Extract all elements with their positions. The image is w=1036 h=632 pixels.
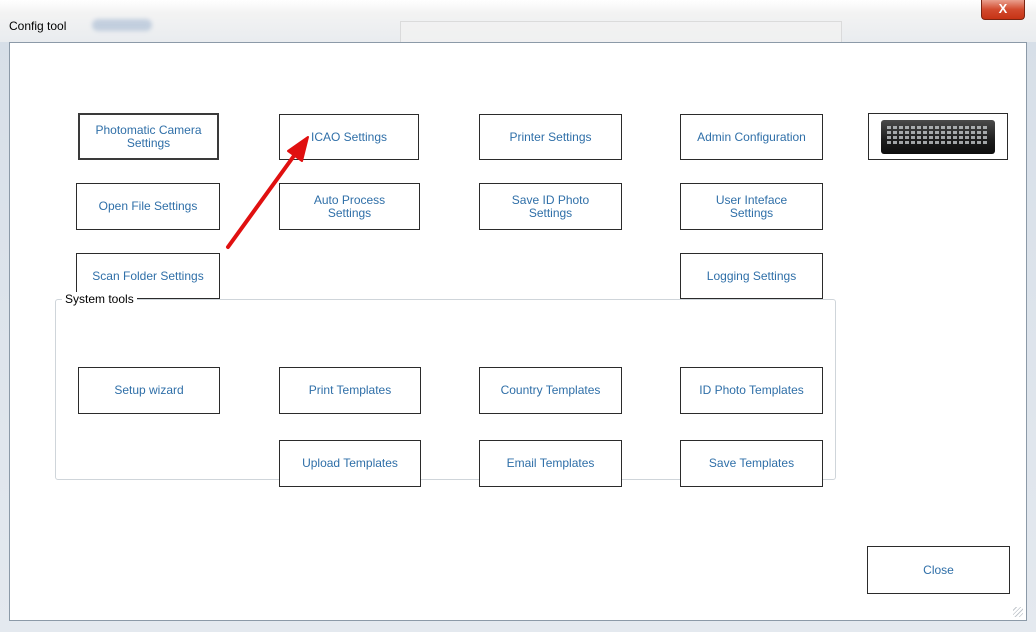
save-templates-button[interactable]: Save Templates: [680, 440, 823, 487]
title-blurred-text: [92, 19, 152, 31]
photomatic-camera-settings-label: Photomatic Camera Settings: [95, 122, 202, 150]
user-interface-settings-label: User Inteface Settings: [715, 192, 788, 220]
open-file-settings-button[interactable]: Open File Settings: [76, 183, 220, 230]
auto-process-settings-label: Auto Process Settings: [313, 192, 386, 220]
country-templates-button[interactable]: Country Templates: [479, 367, 622, 414]
save-templates-label: Save Templates: [708, 456, 795, 470]
auto-process-settings-button[interactable]: Auto Process Settings: [279, 183, 420, 230]
setup-wizard-button[interactable]: Setup wizard: [78, 367, 220, 414]
keyboard-icon: [881, 119, 995, 154]
system-tools-label: System tools: [62, 292, 137, 306]
setup-wizard-label: Setup wizard: [114, 383, 184, 397]
upload-templates-button[interactable]: Upload Templates: [279, 440, 421, 487]
email-templates-label: Email Templates: [506, 456, 595, 470]
printer-settings-label: Printer Settings: [509, 129, 592, 144]
logging-settings-button[interactable]: Logging Settings: [680, 253, 823, 299]
admin-configuration-label: Admin Configuration: [697, 129, 806, 144]
logging-settings-label: Logging Settings: [706, 268, 797, 283]
admin-configuration-button[interactable]: Admin Configuration: [680, 114, 823, 160]
print-templates-label: Print Templates: [308, 383, 392, 397]
photomatic-camera-settings-button[interactable]: Photomatic Camera Settings: [78, 113, 219, 160]
save-id-photo-settings-label: Save ID Photo Settings: [511, 192, 590, 220]
title-bar[interactable]: Config tool X: [0, 0, 1036, 44]
id-photo-templates-button[interactable]: ID Photo Templates: [680, 367, 823, 414]
open-file-settings-label: Open File Settings: [98, 199, 198, 213]
print-templates-button[interactable]: Print Templates: [279, 367, 421, 414]
resize-grip-icon[interactable]: [1013, 607, 1023, 617]
id-photo-templates-label: ID Photo Templates: [699, 383, 804, 397]
window-close-button[interactable]: X: [981, 0, 1025, 20]
user-interface-settings-button[interactable]: User Inteface Settings: [680, 183, 823, 230]
on-screen-keyboard-button[interactable]: [868, 113, 1008, 160]
scan-folder-settings-label: Scan Folder Settings: [92, 268, 204, 283]
config-tool-window: Config tool X Photomatic Camera Settings…: [0, 0, 1036, 632]
save-id-photo-settings-button[interactable]: Save ID Photo Settings: [479, 183, 622, 230]
window-title: Config tool: [9, 19, 67, 33]
country-templates-label: Country Templates: [500, 383, 601, 397]
title-bar-decoration: [400, 21, 842, 44]
email-templates-button[interactable]: Email Templates: [479, 440, 622, 487]
icao-settings-button[interactable]: ICAO Settings: [279, 114, 419, 160]
icao-settings-label: ICAO Settings: [310, 129, 388, 144]
close-button[interactable]: Close: [867, 546, 1010, 594]
printer-settings-button[interactable]: Printer Settings: [479, 114, 622, 160]
upload-templates-label: Upload Templates: [302, 456, 398, 470]
close-button-label: Close: [923, 562, 954, 577]
